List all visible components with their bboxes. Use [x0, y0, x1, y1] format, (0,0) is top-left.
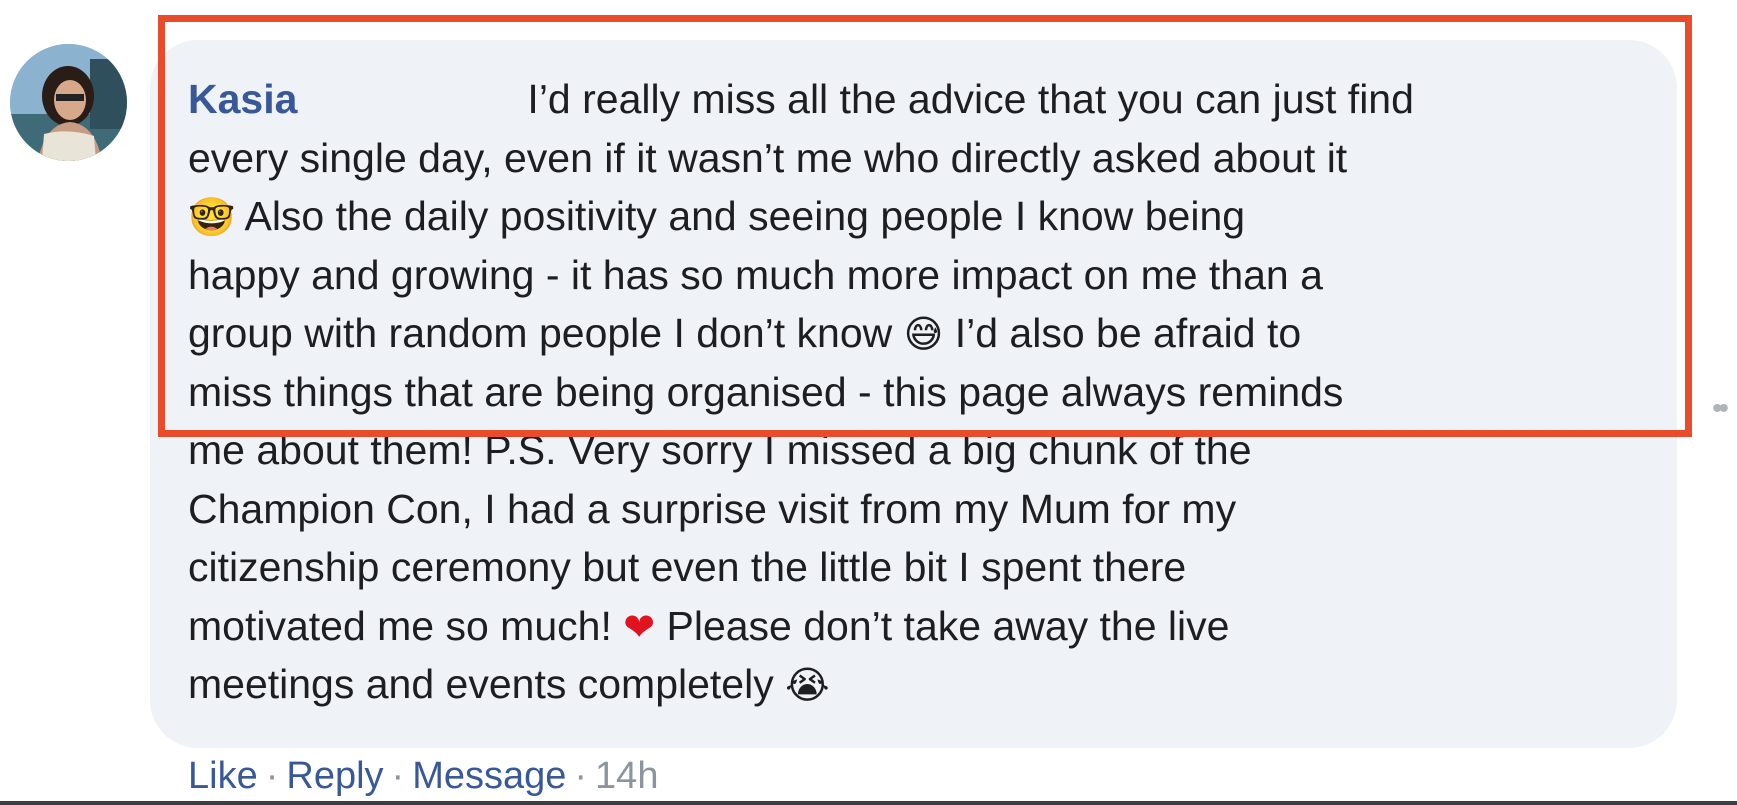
like-button[interactable]: Like — [188, 755, 258, 797]
comment-text-segment: every single day, even if it wasn’t me w… — [188, 134, 1348, 181]
comment-line: meetings and events completely 😭 — [188, 655, 1658, 714]
comment-actions: Like · Reply · Message · 14h — [188, 753, 658, 799]
more-options-icon[interactable]: •• — [1712, 392, 1729, 426]
comment-text-segment: Champion Con, I had a surprise visit fro… — [188, 485, 1237, 532]
comment-text-segment: citizenship ceremony but even the little… — [188, 544, 1187, 590]
comment-text-segment: motivated me so much! — [188, 602, 612, 649]
comment-line: group with random people I don’t know 😅 … — [188, 304, 1658, 363]
nerd-face-emoji-icon: 🤓 — [188, 195, 236, 239]
comment-line: Kasia I’d really miss all the advice that… — [188, 70, 1658, 129]
comment-line: miss things that are being organised - t… — [188, 363, 1658, 422]
comment-text-segment: miss things that are being organised - t… — [188, 368, 1344, 415]
timestamp[interactable]: 14h — [595, 755, 658, 797]
message-button[interactable]: Message — [412, 755, 566, 797]
comment-text-segment: me about them! P.S. Very sorry I missed … — [188, 427, 1252, 473]
comment-line: me about them! P.S. Very sorry I missed … — [188, 421, 1658, 480]
heart-emoji-icon: ❤ — [623, 604, 656, 649]
comment-text-segment: meetings and events completely — [188, 661, 774, 707]
comment-line: motivated me so much! ❤ Please don’t tak… — [188, 597, 1658, 656]
comment-text-segment: I’d really miss all the advice that you … — [527, 76, 1414, 122]
separator: · — [574, 755, 588, 797]
comment-text-segment: I’d also be afraid to — [954, 310, 1302, 356]
comment-line: every single day, even if it wasn’t me w… — [188, 129, 1658, 188]
grinning-sweat-emoji-icon: 😅 — [903, 312, 944, 356]
redacted-surname — [297, 87, 527, 117]
comment-line: happy and growing - it has so much more … — [188, 246, 1658, 305]
comment-text-segment: Please don’t take away the live — [666, 602, 1230, 649]
profile-photo-icon — [10, 44, 127, 161]
comment-text-segment: Also the daily positivity and seeing peo… — [244, 193, 1246, 239]
comment-body: Kasia I’d really miss all the advice that… — [188, 70, 1658, 714]
comment-text-segment: group with random people I don’t know — [188, 310, 893, 356]
separator: · — [265, 755, 279, 797]
crying-face-emoji-icon: 😭 — [785, 663, 830, 707]
author-name-link[interactable]: Kasia — [188, 76, 297, 122]
comment-line: Champion Con, I had a surprise visit fro… — [188, 480, 1658, 539]
reply-button[interactable]: Reply — [286, 755, 383, 797]
comment-line: citizenship ceremony but even the little… — [188, 538, 1658, 597]
bottom-divider — [0, 801, 1737, 805]
separator: · — [391, 755, 405, 797]
avatar[interactable] — [10, 44, 127, 161]
comment-text-segment: happy and growing - it has so much more … — [188, 251, 1323, 298]
comment-line: 🤓 Also the daily positivity and seeing p… — [188, 187, 1658, 246]
